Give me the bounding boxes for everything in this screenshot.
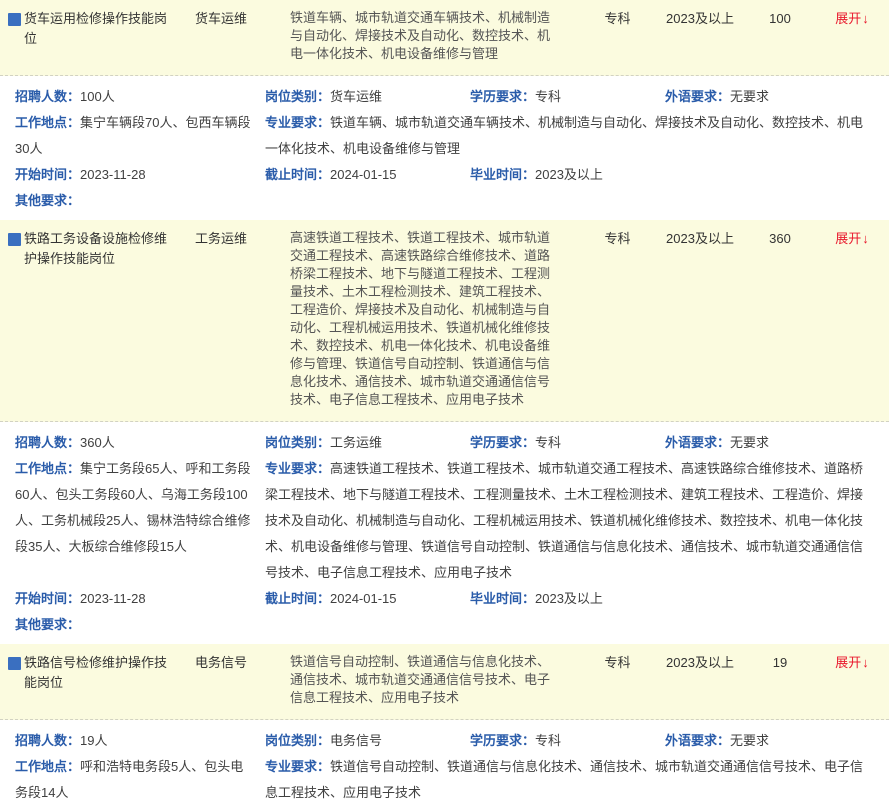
job-details: 招聘人数：19人 岗位类别：电务信号 学历要求：专科 外语要求：无要求 工作地点… [0, 720, 889, 804]
foreign-language-field: 外语要求：无要求 [665, 728, 874, 754]
education-field: 学历要求：专科 [470, 728, 665, 754]
education-field: 学历要求：专科 [470, 430, 665, 456]
job-listing: 铁路工务设备设施检修维护操作技能岗位 工务运维 高速铁道工程技术、铁道工程技术、… [0, 220, 889, 644]
job-headcount: 360 [745, 229, 815, 249]
graduation-time-field: 毕业时间：2023及以上 [470, 586, 665, 612]
major-requirement-field: 专业要求：高速铁道工程技术、铁道工程技术、城市轨道交通工程技术、高速铁路综合维修… [265, 456, 874, 586]
recruit-count-field: 招聘人数：100人 [15, 84, 265, 110]
job-details: 招聘人数：100人 岗位类别：货车运维 学历要求：专科 外语要求：无要求 工作地… [0, 76, 889, 220]
other-requirements-field: 其他要求： [15, 612, 874, 638]
work-location-field: 工作地点：集宁车辆段70人、包西车辆段30人 [15, 110, 265, 162]
job-listing: 铁路信号检修维护操作技能岗位 电务信号 铁道信号自动控制、铁道通信与信息化技术、… [0, 644, 889, 804]
deadline-field: 截止时间：2024-01-15 [265, 162, 470, 188]
recruit-count-field: 招聘人数：360人 [15, 430, 265, 456]
job-headcount: 100 [745, 9, 815, 29]
expand-toggle[interactable]: 展开↓ [815, 9, 889, 29]
job-headcount: 19 [745, 653, 815, 673]
bullet-square-icon [8, 657, 21, 670]
job-majors-summary: 高速铁道工程技术、铁道工程技术、城市轨道交通工程技术、高速铁路综合维修技术、道路… [290, 229, 580, 409]
arrow-down-icon: ↓ [862, 231, 869, 246]
other-requirements-field: 其他要求： [15, 188, 874, 214]
education-field: 学历要求：专科 [470, 84, 665, 110]
category-field: 岗位类别：工务运维 [265, 430, 470, 456]
work-location-field: 工作地点：集宁工务段65人、呼和工务段60人、包头工务段60人、乌海工务段100… [15, 456, 265, 586]
major-requirement-field: 专业要求：铁道车辆、城市轨道交通车辆技术、机械制造与自动化、焊接技术及自动化、数… [265, 110, 874, 162]
bullet-square-icon [8, 233, 21, 246]
job-title: 铁路工务设备设施检修维护操作技能岗位 [24, 231, 167, 266]
expand-toggle[interactable]: 展开↓ [815, 229, 889, 249]
job-category: 货车运维 [195, 9, 290, 29]
job-education: 专科 [580, 653, 655, 673]
deadline-field: 截止时间：2024-01-15 [265, 586, 470, 612]
category-field: 岗位类别：电务信号 [265, 728, 470, 754]
job-title-cell: 铁路工务设备设施检修维护操作技能岗位 [0, 229, 195, 269]
graduation-time-field: 毕业时间：2023及以上 [470, 162, 665, 188]
category-field: 岗位类别：货车运维 [265, 84, 470, 110]
job-category: 电务信号 [195, 653, 290, 673]
job-details: 招聘人数：360人 岗位类别：工务运维 学历要求：专科 外语要求：无要求 工作地… [0, 422, 889, 644]
job-education: 专科 [580, 229, 655, 249]
arrow-down-icon: ↓ [862, 11, 869, 26]
work-location-field: 工作地点：呼和浩特电务段5人、包头电务段14人 [15, 754, 265, 804]
expand-label: 展开 [835, 231, 861, 246]
job-graduation-year: 2023及以上 [655, 9, 745, 29]
job-title-cell: 铁路信号检修维护操作技能岗位 [0, 653, 195, 693]
job-category: 工务运维 [195, 229, 290, 249]
job-title: 货车运用检修操作技能岗位 [24, 11, 167, 46]
expand-toggle[interactable]: 展开↓ [815, 653, 889, 673]
job-summary-row[interactable]: 货车运用检修操作技能岗位 货车运维 铁道车辆、城市轨道交通车辆技术、机械制造与自… [0, 0, 889, 76]
bullet-square-icon [8, 13, 21, 26]
job-majors-summary: 铁道车辆、城市轨道交通车辆技术、机械制造与自动化、焊接技术及自动化、数控技术、机… [290, 9, 580, 63]
start-time-field: 开始时间：2023-11-28 [15, 162, 265, 188]
job-listing-page: 货车运用检修操作技能岗位 货车运维 铁道车辆、城市轨道交通车辆技术、机械制造与自… [0, 0, 889, 804]
job-graduation-year: 2023及以上 [655, 653, 745, 673]
recruit-count-field: 招聘人数：19人 [15, 728, 265, 754]
job-title-cell: 货车运用检修操作技能岗位 [0, 9, 195, 49]
job-summary-row[interactable]: 铁路信号检修维护操作技能岗位 电务信号 铁道信号自动控制、铁道通信与信息化技术、… [0, 644, 889, 720]
expand-label: 展开 [835, 655, 861, 670]
foreign-language-field: 外语要求：无要求 [665, 84, 874, 110]
job-education: 专科 [580, 9, 655, 29]
job-graduation-year: 2023及以上 [655, 229, 745, 249]
major-requirement-field: 专业要求：铁道信号自动控制、铁道通信与信息化技术、通信技术、城市轨道交通通信信号… [265, 754, 874, 804]
start-time-field: 开始时间：2023-11-28 [15, 586, 265, 612]
job-title: 铁路信号检修维护操作技能岗位 [24, 655, 167, 690]
foreign-language-field: 外语要求：无要求 [665, 430, 874, 456]
job-listing: 货车运用检修操作技能岗位 货车运维 铁道车辆、城市轨道交通车辆技术、机械制造与自… [0, 0, 889, 220]
job-majors-summary: 铁道信号自动控制、铁道通信与信息化技术、通信技术、城市轨道交通通信信号技术、电子… [290, 653, 580, 707]
expand-label: 展开 [835, 11, 861, 26]
arrow-down-icon: ↓ [862, 655, 869, 670]
job-summary-row[interactable]: 铁路工务设备设施检修维护操作技能岗位 工务运维 高速铁道工程技术、铁道工程技术、… [0, 220, 889, 422]
